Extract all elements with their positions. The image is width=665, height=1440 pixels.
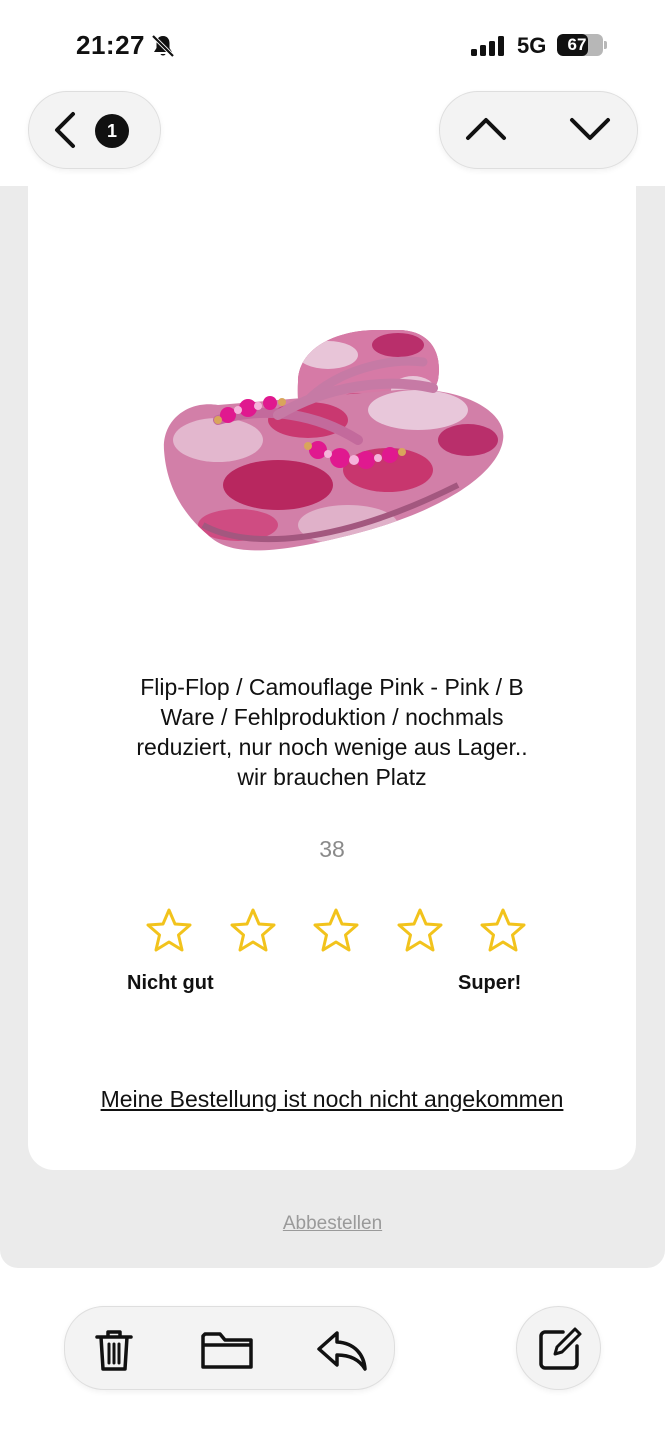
bottom-toolbar — [64, 1306, 395, 1390]
unread-count-badge: 1 — [95, 114, 129, 148]
battery-nub — [604, 41, 607, 49]
star-3-icon[interactable] — [311, 906, 361, 956]
star-1-icon[interactable] — [144, 906, 194, 956]
star-2-icon[interactable] — [228, 906, 278, 956]
battery-icon: 67 — [557, 34, 603, 56]
reply-icon[interactable] — [315, 1327, 369, 1378]
rating-low-label: Nicht gut — [127, 972, 214, 994]
network-type: 5G — [517, 33, 547, 58]
clock: 21:27 — [76, 30, 145, 60]
folder-icon[interactable] — [199, 1327, 255, 1378]
message-navigation — [439, 91, 638, 169]
compose-button[interactable] — [516, 1306, 601, 1390]
star-5-icon[interactable] — [478, 906, 528, 956]
chevron-down-icon[interactable] — [568, 114, 612, 149]
chevron-up-icon[interactable] — [464, 114, 508, 149]
product-title: Flip-Flop / Camouflage Pink - Pink / B W… — [136, 674, 528, 790]
back-button[interactable]: 1 — [28, 91, 161, 169]
trash-icon[interactable] — [91, 1327, 137, 1378]
order-not-arrived-link[interactable]: Meine Bestellung ist noch nicht angekomm… — [28, 1086, 636, 1113]
email-content-card: Flip-Flop / Camouflage Pink - Pink / B W… — [28, 180, 636, 1170]
product-image — [158, 310, 508, 590]
rating-high-label: Super! — [458, 972, 522, 994]
product-size: 38 — [319, 836, 345, 862]
unsubscribe-link[interactable]: Abbestellen — [0, 1213, 665, 1235]
star-rating — [144, 906, 528, 956]
battery-percent: 67 — [567, 35, 587, 54]
star-4-icon[interactable] — [395, 906, 445, 956]
signal-icon — [471, 36, 507, 61]
status-bar: 21:27 5G 67 — [0, 0, 665, 90]
chevron-left-icon — [49, 110, 81, 155]
compose-icon — [537, 1326, 583, 1377]
bell-muted-icon — [150, 33, 176, 64]
